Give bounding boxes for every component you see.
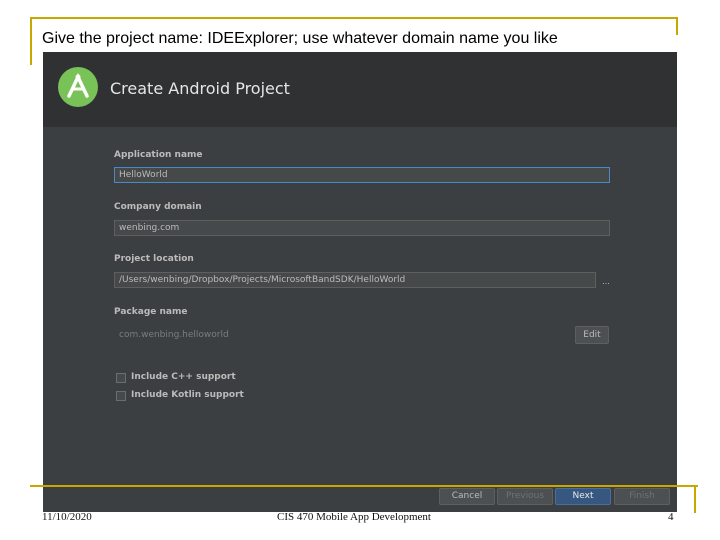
company-domain-label: Company domain xyxy=(114,202,202,212)
browse-button[interactable]: ... xyxy=(599,274,613,290)
include-kotlin-checkbox[interactable] xyxy=(116,391,126,401)
include-kotlin-label: Include Kotlin support xyxy=(131,390,244,400)
slide-bottom-right-rule xyxy=(694,485,696,513)
company-domain-input[interactable]: wenbing.com xyxy=(114,220,610,236)
slide-bottom-rule xyxy=(30,485,698,487)
footer-date: 11/10/2020 xyxy=(42,511,92,523)
package-name-value: com.wenbing.helloworld xyxy=(119,330,229,340)
include-cpp-checkbox[interactable] xyxy=(116,373,126,383)
footer-page-number: 4 xyxy=(668,511,674,523)
edit-package-button[interactable]: Edit xyxy=(575,326,609,344)
android-studio-logo-icon xyxy=(58,67,98,107)
application-name-label: Application name xyxy=(114,150,203,160)
next-button[interactable]: Next xyxy=(555,488,611,505)
application-name-input[interactable]: HelloWorld xyxy=(114,167,610,183)
package-name-label: Package name xyxy=(114,307,188,317)
dialog-title: Create Android Project xyxy=(110,79,290,98)
footer-course-title: CIS 470 Mobile App Development xyxy=(277,511,431,523)
cancel-button[interactable]: Cancel xyxy=(439,488,495,505)
project-location-label: Project location xyxy=(114,254,194,264)
previous-button[interactable]: Previous xyxy=(497,488,553,505)
slide-left-rule xyxy=(30,17,32,65)
include-cpp-label: Include C++ support xyxy=(131,372,236,382)
slide-right-rule xyxy=(676,17,678,35)
dialog-header: Create Android Project xyxy=(43,52,677,127)
slide-title: Give the project name: IDEExplorer; use … xyxy=(42,30,558,47)
project-location-input[interactable]: /Users/wenbing/Dropbox/Projects/Microsof… xyxy=(114,272,596,288)
finish-button[interactable]: Finish xyxy=(614,488,670,505)
create-android-project-dialog: Create Android Project Application name … xyxy=(43,52,677,512)
slide-top-rule xyxy=(30,17,678,19)
